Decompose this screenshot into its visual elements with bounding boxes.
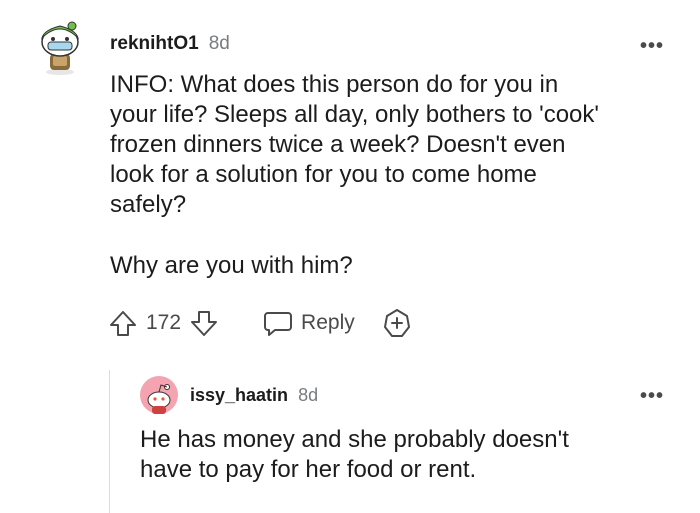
comment-actions: 172 Reply (108, 306, 413, 340)
reply-timestamp[interactable]: 8d (298, 385, 318, 406)
more-options-icon[interactable]: ••• (640, 36, 664, 56)
comment-body: INFO: What does this person do for you i… (110, 70, 670, 220)
reply-body-line: have to pay for her food or rent. (140, 456, 477, 483)
comment-body-line: look for a solution for you to come home (110, 161, 537, 188)
user-avatar[interactable] (36, 16, 84, 76)
vote-score: 172 (146, 311, 182, 334)
reply-user-avatar[interactable] (140, 376, 178, 414)
reply-button[interactable]: Reply (263, 309, 355, 337)
comment-username[interactable]: reknihtO1 (110, 33, 199, 55)
downvote-icon[interactable] (189, 308, 219, 338)
reply-body: He has money and she probably doesn't ha… (140, 425, 670, 485)
comment-body-line: INFO: What does this person do for you i… (110, 71, 559, 98)
reply-body-line: He has money and she probably doesn't (140, 426, 569, 453)
reply-more-options-icon[interactable]: ••• (640, 386, 664, 406)
comment-header: reknihtO1 8d (110, 33, 230, 55)
upvote-icon[interactable] (108, 308, 138, 338)
reply-label: Reply (301, 311, 355, 334)
comment-timestamp[interactable]: 8d (209, 33, 230, 55)
thread-line[interactable] (109, 370, 110, 513)
snoo-avatar-icon (41, 21, 79, 75)
comment-body-line: safely? (110, 191, 187, 218)
comment-body-second-paragraph: Why are you with him? (110, 252, 353, 279)
reply-header: issy_haatin 8d (190, 385, 318, 406)
reply-username[interactable]: issy_haatin (190, 385, 288, 406)
award-icon[interactable] (381, 307, 413, 339)
reply-icon (263, 309, 293, 337)
snoo-avatar-icon (140, 376, 178, 414)
comment-body-line: your life? Sleeps all day, only bothers … (110, 101, 599, 128)
comment-body-line: frozen dinners twice a week? Doesn't eve… (110, 131, 566, 158)
